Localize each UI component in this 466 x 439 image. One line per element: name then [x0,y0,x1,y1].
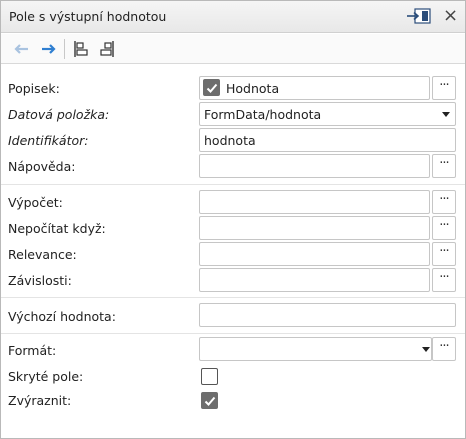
datova-polozka-select[interactable]: FormData/hodnota [199,102,456,126]
napoveda-more-button[interactable]: ··· [432,154,456,178]
skryte-label: Skryté pole: [8,369,84,384]
skryte-checkbox[interactable] [201,368,218,385]
nepocitat-more-button[interactable]: ··· [432,216,456,240]
panel-toolbar [1,34,465,64]
zvyraznit-checkbox[interactable] [201,392,218,409]
close-panel-icon[interactable]: × [443,6,458,26]
identifikator-value: hodnota [204,133,256,148]
arrow-left-icon[interactable] [13,40,31,58]
section-divider [1,297,465,298]
zavislosti-label: Závislosti: [8,273,72,288]
align-right-icon[interactable] [98,40,116,58]
panel-titlebar: Pole s výstupní hodnotou × [1,1,465,33]
identifikator-label: Identifikátor: [8,133,89,148]
vychozi-label: Výchozí hodnota: [8,309,116,324]
vypocet-field[interactable] [199,190,430,214]
vypocet-label: Výpočet: [8,195,63,210]
napoveda-label: Nápověda: [8,159,76,174]
section-divider [1,333,465,334]
section-divider [1,184,465,185]
popisek-checkbox[interactable] [203,79,220,96]
properties-panel: Pole s výstupní hodnotou × Popisek: Hodn… [0,0,466,439]
nepocitat-field[interactable] [199,216,430,240]
popisek-field[interactable]: Hodnota [199,76,430,100]
nepocitat-label: Nepočítat když: [8,221,106,236]
panel-title: Pole s výstupní hodnotou [9,9,167,24]
zavislosti-more-button[interactable]: ··· [432,268,456,292]
popisek-more-button[interactable]: ··· [432,76,456,100]
relevance-more-button[interactable]: ··· [432,242,456,266]
format-select[interactable] [199,337,432,361]
datova-polozka-value: FormData/hodnota [204,107,322,122]
popisek-value: Hodnota [226,81,280,96]
relevance-field[interactable] [199,242,430,266]
format-more-button[interactable]: ··· [432,337,456,361]
toolbar-separator [64,39,65,59]
identifikator-field[interactable]: hodnota [199,128,456,152]
popisek-label: Popisek: [8,81,60,96]
zvyraznit-label: Zvýraznit: [8,393,72,408]
zavislosti-field[interactable] [199,268,430,292]
relevance-label: Relevance: [8,247,77,262]
napoveda-field[interactable] [199,154,430,178]
datova-polozka-label: Datová položka: [8,107,110,122]
vychozi-field[interactable] [199,303,456,327]
chevron-down-icon[interactable] [439,103,453,127]
chevron-down-icon[interactable] [419,338,433,362]
arrow-right-icon[interactable] [39,40,57,58]
vypocet-more-button[interactable]: ··· [432,190,456,214]
align-left-icon[interactable] [72,40,90,58]
dock-panel-icon[interactable] [406,8,432,25]
format-label: Formát: [8,343,57,358]
